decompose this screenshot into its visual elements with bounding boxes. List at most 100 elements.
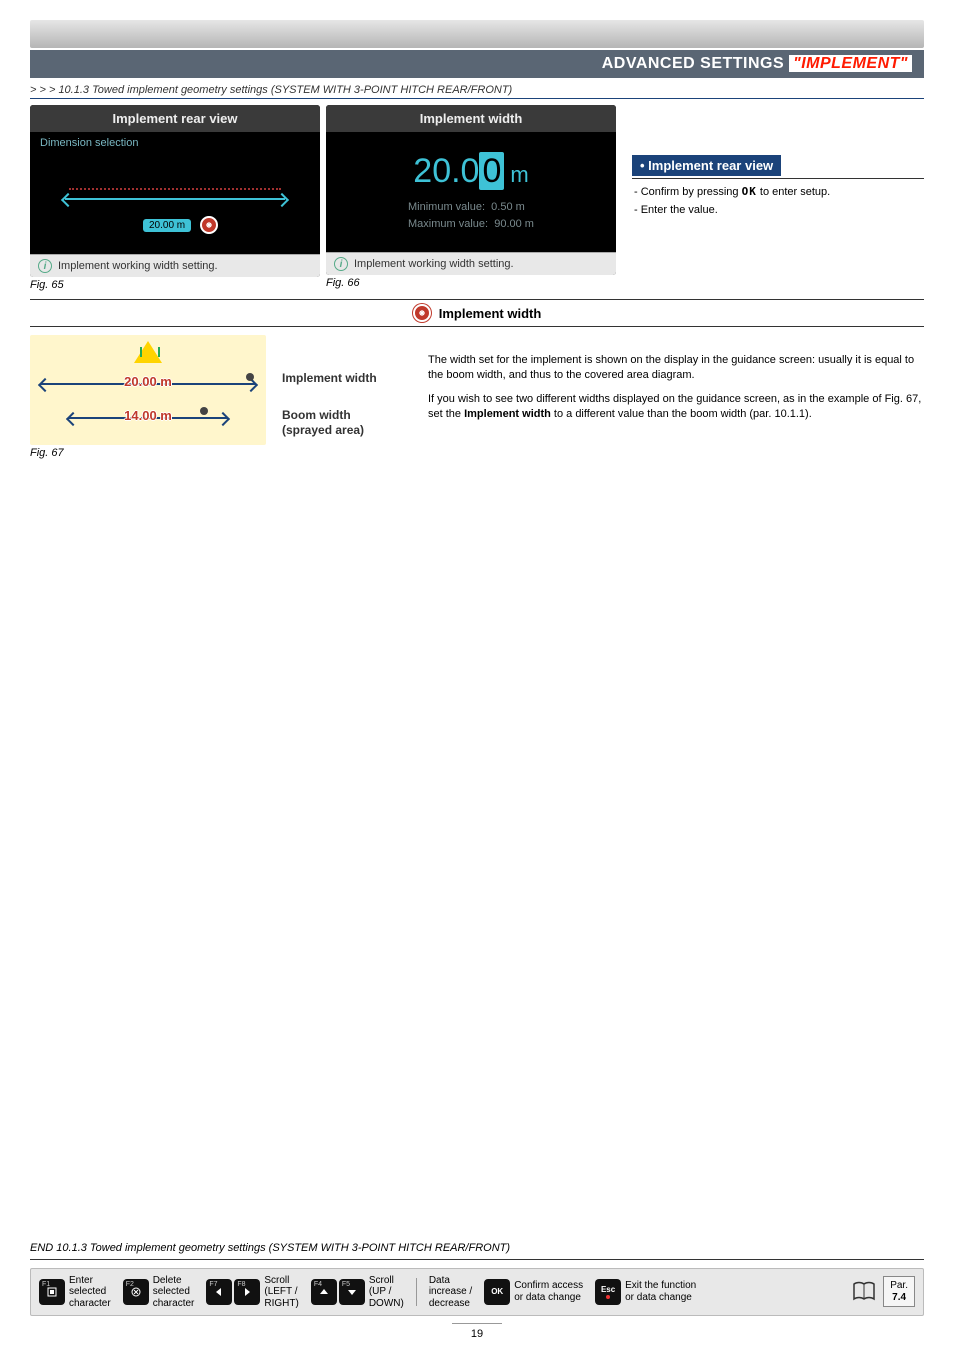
- key-f4-f5: F4 F5 Scroll (UP / DOWN): [311, 1275, 404, 1310]
- fig67-bot-label: 14.00 m: [124, 408, 172, 423]
- esc-button[interactable]: Esc: [595, 1279, 621, 1305]
- p2b: to a different value than the boom width…: [551, 408, 812, 420]
- header-title: ADVANCED SETTINGS "IMPLEMENT": [30, 50, 924, 78]
- end-line: END 10.1.3 Towed implement geometry sett…: [30, 1242, 510, 1254]
- nozzle-icon: [200, 407, 208, 415]
- info-icon: i: [38, 259, 52, 273]
- fig66-title: Implement width: [326, 105, 616, 132]
- header-title-implement: "IMPLEMENT": [789, 55, 912, 72]
- key-f7-f8: F7 F8 Scroll (LEFT / RIGHT): [206, 1275, 298, 1310]
- fn-label: F7: [209, 1281, 217, 1288]
- ok-text: OK: [491, 1287, 503, 1296]
- min-val: 0.50 m: [491, 201, 525, 213]
- fig-65-panel: Implement rear view Dimension selection …: [30, 105, 320, 291]
- manual-ref: Par. 7.4: [851, 1276, 915, 1307]
- min-label: Minimum value:: [408, 201, 485, 213]
- f5-button[interactable]: F5: [339, 1279, 365, 1305]
- fig65-hint-bar: i Implement working width setting.: [30, 254, 320, 277]
- body-text: The width set for the implement is shown…: [428, 335, 924, 459]
- fig66-minmax: Minimum value: 0.50 m Maximum value: 90.…: [408, 199, 534, 232]
- rear-view-description: • Implement rear view - Confirm by press…: [622, 105, 924, 216]
- fn-label: F8: [237, 1281, 245, 1288]
- fig67-diagram: 20.00 m 14.00 m: [30, 335, 266, 445]
- f2-button[interactable]: F2: [123, 1279, 149, 1305]
- p2-bold: Implement width: [464, 408, 551, 420]
- ok-label: Confirm access or data change: [514, 1280, 583, 1303]
- value-unit: m: [510, 162, 528, 187]
- width-arrow: [65, 198, 285, 200]
- divider: [30, 98, 924, 99]
- max-val: 90.00 m: [494, 218, 534, 230]
- divider: [30, 1259, 924, 1260]
- fn-label: F1: [42, 1281, 50, 1288]
- f45-label: Scroll (UP / DOWN): [369, 1275, 404, 1310]
- book-icon: [851, 1280, 877, 1304]
- footer-keys: F1 Enter selected character F2 Delete se…: [30, 1268, 924, 1317]
- divider: [632, 178, 924, 179]
- boom-line: [69, 188, 281, 192]
- value-main: 20.0: [413, 152, 479, 190]
- header-gradient-bar: [30, 20, 924, 48]
- value-cursor: 0: [479, 152, 504, 190]
- nozzle-icon: [246, 373, 254, 381]
- par-value: 7.4: [890, 1292, 908, 1304]
- tractor-icon: [134, 341, 162, 363]
- key-esc: Esc Exit the function or data change: [595, 1279, 696, 1305]
- fig66-value: 20.00m: [413, 152, 528, 191]
- fig66-body: 20.00m Minimum value: 0.50 m Maximum val…: [326, 132, 616, 252]
- info-icon: i: [334, 257, 348, 271]
- fn-label: F2: [126, 1281, 134, 1288]
- fig65-caption: Fig. 65: [30, 279, 320, 291]
- ok-button[interactable]: OK: [484, 1279, 510, 1305]
- legend-boom-a: Boom width: [282, 408, 351, 422]
- par-box: Par. 7.4: [883, 1276, 915, 1307]
- led-dot-icon: [606, 1295, 610, 1299]
- fig66-hint: Implement working width setting.: [354, 258, 514, 270]
- f7-button[interactable]: F7: [206, 1279, 232, 1305]
- key-f1: F1 Enter selected character: [39, 1275, 111, 1310]
- key-f2: F2 Delete selected character: [123, 1275, 195, 1310]
- f8-button[interactable]: F8: [234, 1279, 260, 1305]
- desc-line-2: - Enter the value.: [634, 204, 924, 216]
- fn-label: F5: [342, 1281, 350, 1288]
- f1-button[interactable]: F1: [39, 1279, 65, 1305]
- esc-label: Exit the function or data change: [625, 1280, 696, 1303]
- desc-1a: - Confirm by pressing: [634, 186, 742, 198]
- marker-icon: [200, 216, 218, 234]
- fig67-top-label: 20.00 m: [124, 374, 172, 389]
- fig67-legend: Implement width Boom width (sprayed area…: [282, 335, 412, 459]
- legend-boom-width: Boom width (sprayed area): [282, 408, 412, 438]
- legend-implement-width: Implement width: [282, 371, 412, 386]
- fn-label: F4: [314, 1281, 322, 1288]
- fig65-title: Implement rear view: [30, 105, 320, 132]
- tractor-diagram: 20.00 m: [55, 166, 295, 242]
- fig66-hint-bar: i Implement working width setting.: [326, 252, 616, 275]
- dimension-label: 20.00 m: [143, 219, 191, 232]
- ok-key-text: OK: [742, 185, 757, 198]
- desc-line-1: - Confirm by pressing OK to enter setup.: [634, 185, 924, 198]
- legend-boom-b: (sprayed area): [282, 423, 364, 437]
- desc-heading: • Implement rear view: [632, 155, 781, 176]
- iw-title: Implement width: [439, 306, 542, 321]
- body-p2: If you wish to see two different widths …: [428, 392, 924, 423]
- f78-label: Scroll (LEFT / RIGHT): [264, 1275, 298, 1310]
- fig65-body: 20.00 m: [30, 154, 320, 254]
- par-label: Par.: [890, 1280, 908, 1291]
- fig-66-panel: Implement width 20.00m Minimum value: 0.…: [326, 105, 616, 289]
- f2-label: Delete selected character: [153, 1275, 195, 1310]
- data-label: Data increase / decrease: [429, 1275, 472, 1310]
- fig67-wrapper: 20.00 m 14.00 m Fig. 67: [30, 335, 266, 459]
- marker-icon: [413, 304, 431, 322]
- body-p1: The width set for the implement is shown…: [428, 353, 924, 384]
- figures-row: Implement rear view Dimension selection …: [30, 105, 924, 291]
- header-title-text: ADVANCED SETTINGS: [602, 55, 789, 72]
- esc-text: Esc: [601, 1285, 615, 1294]
- fig66-caption: Fig. 66: [326, 277, 616, 289]
- page-number: 19: [452, 1323, 502, 1340]
- f4-button[interactable]: F4: [311, 1279, 337, 1305]
- fig65-subtitle: Dimension selection: [30, 132, 320, 154]
- implement-width-header: Implement width: [30, 299, 924, 327]
- fig65-hint: Implement working width setting.: [58, 260, 218, 272]
- max-label: Maximum value:: [408, 218, 488, 230]
- f1-label: Enter selected character: [69, 1275, 111, 1310]
